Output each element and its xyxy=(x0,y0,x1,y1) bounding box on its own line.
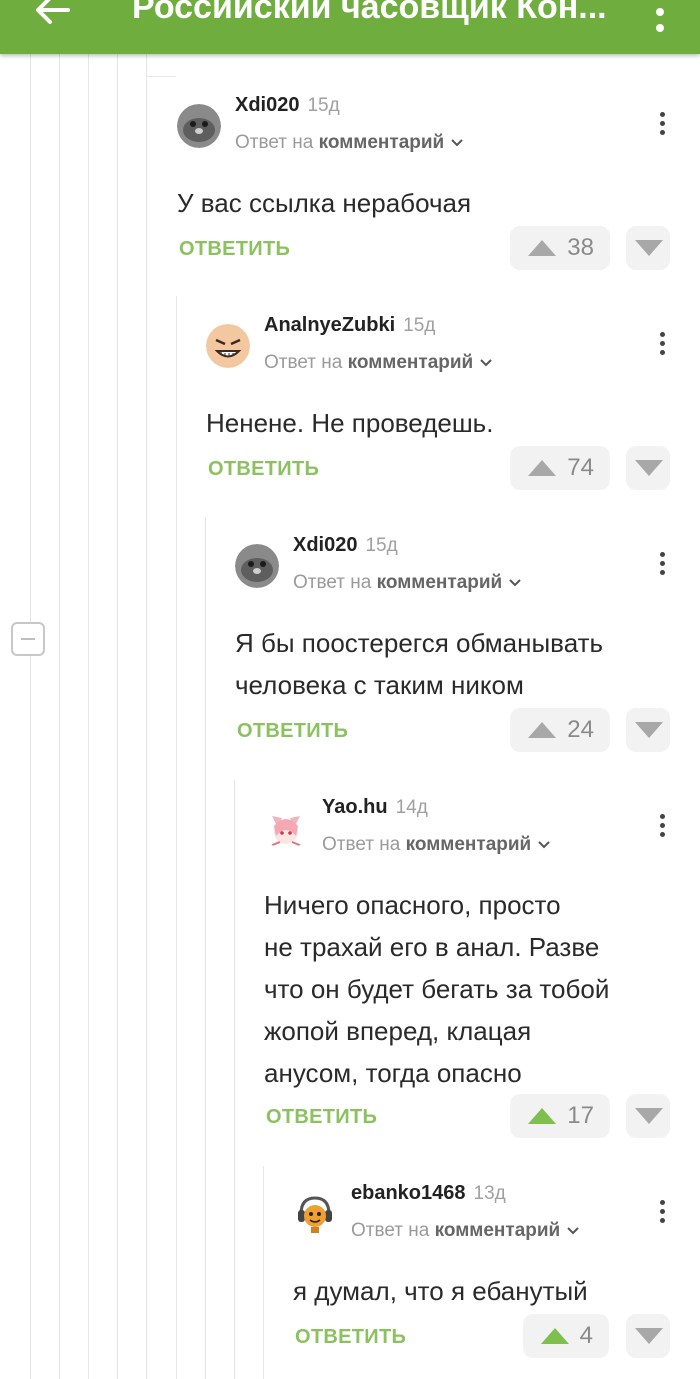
downvote-icon xyxy=(635,722,663,738)
comment: Yao.hu 14д Ответ на комментарий Ничего оп… xyxy=(264,796,674,1141)
comment-text: У вас ссылка нерабочая xyxy=(177,188,472,218)
reply-to[interactable]: Ответ на комментарий xyxy=(293,572,522,594)
username[interactable]: Yao.hu 14д xyxy=(322,796,428,819)
thread-line xyxy=(117,54,118,1379)
upvote-icon xyxy=(528,240,556,256)
upvote-icon xyxy=(528,460,556,476)
comment: ebanko1468 13д Ответ на комментарий я дум… xyxy=(293,1182,673,1367)
comment-age: 15д xyxy=(403,315,436,336)
reply-button[interactable]: ОТВЕТИТЬ xyxy=(179,238,290,261)
page-title: Российский часовщик Кон... xyxy=(132,0,607,26)
comment-menu-icon[interactable] xyxy=(657,814,667,844)
thread-line xyxy=(176,296,177,1379)
comment-age: 14д xyxy=(395,797,428,818)
top-app-bar: Российский часовщик Кон... xyxy=(0,0,700,54)
thread-line xyxy=(205,518,206,1379)
reply-button[interactable]: ОТВЕТИТЬ xyxy=(237,720,348,743)
reply-button[interactable]: ОТВЕТИТЬ xyxy=(266,1106,377,1129)
username[interactable]: AnalnyeZubki 15д xyxy=(264,314,435,337)
upvote-button[interactable]: 38 xyxy=(510,226,610,270)
more-vertical-icon[interactable] xyxy=(642,0,678,36)
headphones-character-avatar-icon xyxy=(293,1192,337,1236)
vote-count: 4 xyxy=(579,1322,593,1349)
downvote-icon xyxy=(635,1328,663,1344)
avatar[interactable] xyxy=(177,104,221,148)
username[interactable]: Xdi020 15д xyxy=(235,94,340,117)
thread-line xyxy=(146,54,147,1379)
avatar[interactable] xyxy=(264,806,308,850)
reply-to[interactable]: Ответ на комментарий xyxy=(264,352,493,374)
comment: AnalnyeZubki 15д Ответ на комментарий Нен… xyxy=(206,314,676,494)
upvote-button[interactable]: 17 xyxy=(510,1094,610,1138)
comment-text: Ничего опасного, просто не трахай его в … xyxy=(264,890,610,1088)
collapse-thread-button[interactable] xyxy=(11,622,45,656)
upvote-button[interactable]: 4 xyxy=(523,1314,609,1358)
downvote-button[interactable] xyxy=(626,1094,670,1138)
upvote-icon xyxy=(528,722,556,738)
chevron-down-icon xyxy=(451,139,463,147)
arrow-left-icon[interactable] xyxy=(28,0,76,34)
comment: Xdi020 15д Ответ на комментарий У вас ссы… xyxy=(177,94,677,274)
upvote-button[interactable]: 24 xyxy=(510,708,610,752)
username[interactable]: Xdi020 15д xyxy=(293,534,398,557)
username[interactable]: ebanko1468 13д xyxy=(351,1182,506,1205)
rat-avatar-icon xyxy=(177,104,221,148)
thread-line xyxy=(30,54,31,1379)
comment-age: 15д xyxy=(365,535,398,556)
thread-line xyxy=(263,1166,264,1379)
thread-divider xyxy=(146,76,176,77)
chevron-down-icon xyxy=(538,841,550,849)
vote-count: 17 xyxy=(567,1102,594,1129)
downvote-button[interactable] xyxy=(626,708,670,752)
chevron-down-icon xyxy=(509,579,521,587)
comment-menu-icon[interactable] xyxy=(657,552,667,582)
downvote-icon xyxy=(635,1108,663,1124)
reply-to[interactable]: Ответ на комментарий xyxy=(351,1220,580,1242)
thread-line xyxy=(59,54,60,1379)
comment-age: 13д xyxy=(473,1183,506,1204)
chevron-down-icon xyxy=(567,1227,579,1235)
downvote-button[interactable] xyxy=(626,446,670,490)
thread-line xyxy=(88,54,89,1379)
avatar[interactable] xyxy=(293,1192,337,1236)
downvote-button[interactable] xyxy=(626,1314,670,1358)
upvote-icon xyxy=(541,1328,569,1344)
reply-to[interactable]: Ответ на комментарий xyxy=(322,834,551,856)
chevron-down-icon xyxy=(480,359,492,367)
rat-avatar-icon xyxy=(235,544,279,588)
comment-menu-icon[interactable] xyxy=(657,112,667,142)
reply-button[interactable]: ОТВЕТИТЬ xyxy=(208,458,319,481)
vote-count: 24 xyxy=(567,716,594,743)
vote-count: 74 xyxy=(567,454,594,481)
reply-to[interactable]: Ответ на комментарий xyxy=(235,132,464,154)
downvote-icon xyxy=(635,460,663,476)
thread-line xyxy=(234,780,235,1379)
comment-menu-icon[interactable] xyxy=(657,1200,667,1230)
reply-button[interactable]: ОТВЕТИТЬ xyxy=(295,1326,406,1349)
anime-girl-avatar-icon xyxy=(264,806,308,850)
comment: Xdi020 15д Ответ на комментарий Я бы поос… xyxy=(235,534,675,754)
comment-text: Ненене. Не проведешь. xyxy=(206,408,494,438)
comment-text: Я бы поостерегся обманывать человека с т… xyxy=(235,628,604,700)
avatar[interactable] xyxy=(206,324,250,368)
upvote-button[interactable]: 74 xyxy=(510,446,610,490)
avatar[interactable] xyxy=(235,544,279,588)
comment-menu-icon[interactable] xyxy=(657,332,667,362)
vote-count: 38 xyxy=(567,234,594,261)
comment-age: 15д xyxy=(307,95,340,116)
smiling-face-avatar-icon xyxy=(206,324,250,368)
downvote-icon xyxy=(635,240,663,256)
downvote-button[interactable] xyxy=(626,226,670,270)
upvote-icon xyxy=(528,1108,556,1124)
comment-text: я думал, что я ебанутый xyxy=(293,1276,588,1306)
